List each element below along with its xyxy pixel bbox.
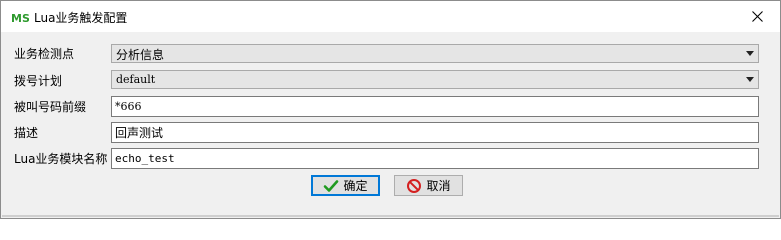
business-point-select[interactable]: 分析信息 <box>111 44 759 63</box>
title-bar[interactable]: MSS Lua业务触发配置 <box>1 1 780 32</box>
business-point-label: 业务检测点 <box>14 47 75 61</box>
module-name-label: Lua业务模块名称 <box>14 152 108 166</box>
cancel-button[interactable]: 取消 <box>394 175 463 196</box>
dial-plan-label: 拨号计划 <box>14 74 63 88</box>
module-name-input[interactable] <box>111 148 759 169</box>
checkmark-icon <box>324 179 339 192</box>
description-label: 描述 <box>14 126 39 140</box>
chevron-down-icon <box>746 51 754 56</box>
close-icon <box>751 11 763 22</box>
business-point-value: 分析信息 <box>116 48 165 62</box>
form-panel: MYVOIPAPP 业务检测点 分析信息 拨号计划 default 被叫号码前缀… <box>2 33 779 217</box>
ok-button[interactable]: 确定 <box>311 175 380 196</box>
close-button[interactable] <box>734 1 780 32</box>
ok-button-label: 确定 <box>343 179 368 193</box>
prohibited-icon <box>407 178 422 193</box>
dial-plan-select[interactable]: default <box>111 70 759 89</box>
dialog-window: MSS Lua业务触发配置 MYVOIPAPP 业务检测点 分析信息 拨号计划 … <box>0 0 781 219</box>
called-prefix-label: 被叫号码前缀 <box>14 100 87 114</box>
description-input[interactable] <box>111 122 759 143</box>
mss-app-icon: MSS <box>11 9 29 25</box>
window-title: Lua业务触发配置 <box>34 11 128 25</box>
svg-text:MSS: MSS <box>11 12 29 25</box>
cancel-button-label: 取消 <box>426 179 451 193</box>
chevron-down-icon <box>746 77 754 82</box>
called-prefix-input[interactable] <box>111 96 759 117</box>
dial-plan-value: default <box>116 73 156 86</box>
